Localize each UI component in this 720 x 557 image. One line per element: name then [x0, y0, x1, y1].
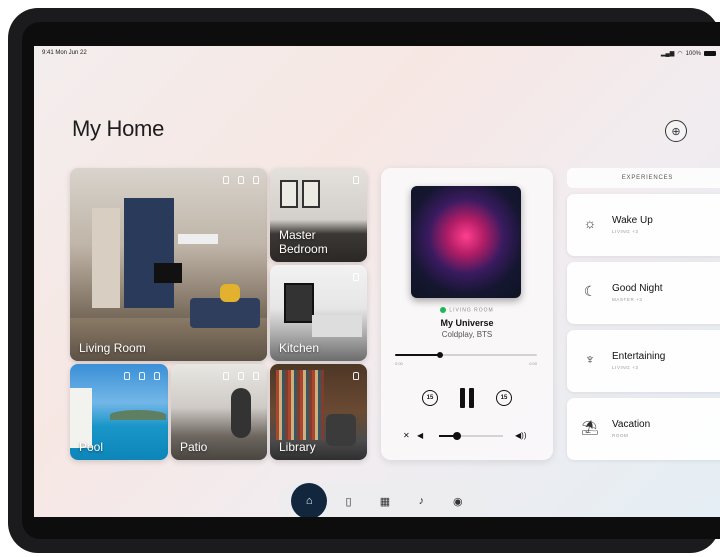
- thermostat-icon[interactable]: [238, 176, 244, 184]
- room-label: Patio: [180, 440, 208, 454]
- experiences-header: EXPERIENCES: [567, 168, 720, 188]
- playback-controls: 15 15: [381, 388, 553, 408]
- page-title: My Home: [72, 116, 165, 141]
- door-icon: ▯: [345, 495, 352, 508]
- experience-title: Vacation: [612, 419, 651, 430]
- pause-button[interactable]: [460, 388, 474, 408]
- volume-control: ✕ ◀ ◀)): [403, 431, 533, 441]
- player-room: LIVING ROOM: [381, 307, 553, 313]
- ipad-frame: 9:41 Mon Jun 22 ▂▄▆ ◠ 100% My Home ⊕ Liv…: [8, 8, 720, 553]
- experience-subtitle: LIVING +3: [612, 365, 639, 370]
- status-bar: 9:41 Mon Jun 22 ▂▄▆ ◠ 100%: [34, 46, 720, 60]
- progress-fill: [395, 354, 441, 356]
- skip-forward-15-button[interactable]: 15: [496, 390, 512, 406]
- tab-home[interactable]: ⌂: [291, 483, 328, 517]
- room-label: Library: [279, 440, 316, 454]
- lock-icon[interactable]: [223, 372, 229, 380]
- profile-icon: ◉: [452, 495, 463, 508]
- status-indicators: ▂▄▆ ◠ 100%: [661, 50, 716, 57]
- experience-wake-up[interactable]: ☼ Wake Up LIVING +3: [567, 194, 720, 256]
- tv-illustration: [154, 263, 182, 283]
- progress-knob[interactable]: [437, 352, 444, 358]
- tile-controls: [223, 176, 259, 184]
- volume-low-icon[interactable]: ◀: [417, 431, 423, 440]
- volume-high-icon[interactable]: ◀)): [515, 431, 526, 440]
- experience-good-night[interactable]: ☾ Good Night MASTER +3: [567, 262, 720, 324]
- elapsed-time: 0:00: [395, 361, 403, 366]
- mute-icon[interactable]: ✕: [403, 431, 410, 440]
- rewind-icon: 15: [426, 395, 434, 401]
- progress-bar[interactable]: [395, 352, 537, 358]
- song-artist: Coldplay, BTS: [441, 330, 493, 339]
- experience-title: Good Night: [612, 283, 663, 294]
- pause-icon: [460, 388, 465, 408]
- beach-icon: ⛱: [581, 419, 599, 435]
- room-tile-patio[interactable]: Patio: [171, 364, 267, 460]
- song-title: My Universe: [440, 318, 494, 328]
- room-label: Kitchen: [279, 341, 320, 355]
- experience-vacation[interactable]: ⛱ Vacation ROOM: [567, 398, 720, 460]
- bell-icon: ♪: [418, 495, 425, 507]
- lock-icon[interactable]: [124, 372, 130, 380]
- lock-icon[interactable]: [223, 176, 229, 184]
- signal-icon: ▂▄▆: [660, 51, 675, 57]
- room-label: Master Bedroom: [279, 228, 328, 256]
- experience-title: Wake Up: [612, 215, 653, 226]
- experience-subtitle: LIVING +3: [612, 229, 639, 234]
- lock-icon[interactable]: [353, 176, 359, 184]
- tab-devices[interactable]: ▦: [370, 486, 400, 516]
- music-player-card: LIVING ROOM My Universe Coldplay, BTS 0:…: [381, 168, 553, 460]
- tab-profile[interactable]: ◉: [443, 486, 473, 516]
- light-icon[interactable]: [253, 372, 259, 380]
- lock-icon[interactable]: [353, 273, 359, 281]
- device-bezel: 9:41 Mon Jun 22 ▂▄▆ ◠ 100% My Home ⊕ Liv…: [22, 22, 720, 539]
- volume-knob[interactable]: [452, 432, 461, 440]
- room-tile-master-bedroom[interactable]: Master Bedroom: [270, 168, 367, 262]
- light-icon[interactable]: [253, 176, 259, 184]
- globe-grid-button[interactable]: ⊕: [665, 120, 687, 142]
- experience-subtitle: ROOM: [612, 433, 629, 438]
- thermostat-icon[interactable]: [139, 372, 145, 380]
- remaining-time: 0:00: [529, 361, 537, 366]
- album-art: [411, 186, 521, 298]
- volume-slider[interactable]: [439, 432, 503, 440]
- status-time: 9:41 Mon Jun 22: [42, 50, 87, 56]
- room-tile-living-room[interactable]: Living Room: [70, 168, 267, 361]
- home-screen: 9:41 Mon Jun 22 ▂▄▆ ◠ 100% My Home ⊕ Liv…: [34, 46, 720, 517]
- thermostat-icon[interactable]: [238, 372, 244, 380]
- moon-stars-icon: ☾: [583, 283, 597, 299]
- experience-title: Entertaining: [612, 351, 666, 362]
- tab-bar: ⌂ ▯ ▦ ♪ ◉: [278, 482, 486, 517]
- room-tile-pool[interactable]: Pool: [70, 364, 168, 460]
- experience-entertaining[interactable]: ♆ Entertaining LIVING +3: [567, 330, 720, 392]
- battery-label: 100%: [685, 50, 701, 57]
- sun-icon: ☼: [583, 215, 597, 231]
- light-icon[interactable]: [154, 372, 160, 380]
- room-tile-kitchen[interactable]: Kitchen: [270, 265, 367, 361]
- room-label: Pool: [79, 440, 104, 454]
- forward-icon: 15: [500, 395, 508, 401]
- room-label: Living Room: [79, 341, 146, 355]
- home-icon: ⌂: [305, 495, 313, 507]
- drinks-icon: ♆: [584, 351, 596, 367]
- wifi-icon: ◠: [677, 51, 683, 57]
- devices-icon: ▦: [379, 495, 391, 508]
- skip-back-15-button[interactable]: 15: [422, 390, 438, 406]
- globe-icon: ⊕: [671, 125, 681, 138]
- tab-notifications[interactable]: ♪: [406, 486, 436, 516]
- battery-icon: [704, 51, 716, 56]
- lock-icon[interactable]: [353, 372, 359, 380]
- tab-rooms[interactable]: ▯: [334, 486, 364, 516]
- spotify-icon: [440, 307, 447, 313]
- room-tile-library[interactable]: Library: [270, 364, 367, 460]
- experience-subtitle: MASTER +3: [612, 297, 643, 302]
